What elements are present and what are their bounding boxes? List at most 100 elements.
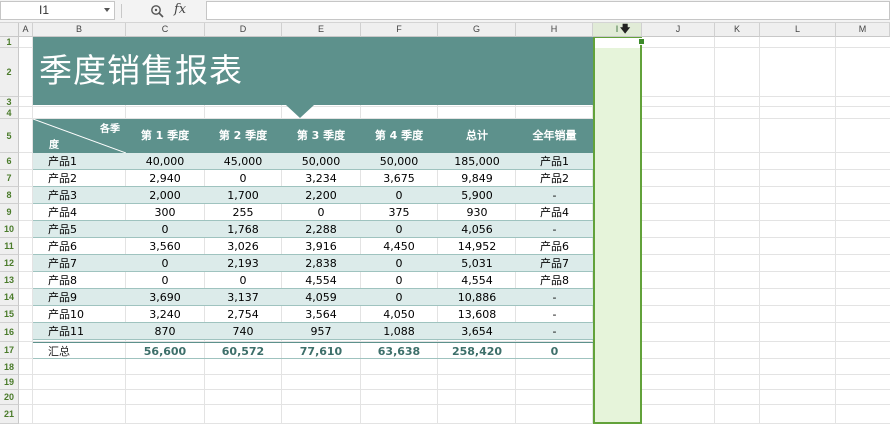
cell-q3[interactable]: 4,059 xyxy=(282,289,360,306)
column-header-e[interactable]: E xyxy=(282,23,361,37)
header-total[interactable]: 总计 xyxy=(438,119,516,153)
row-header-1[interactable]: 1 xyxy=(0,37,19,48)
active-cell-i1[interactable] xyxy=(595,38,640,48)
cell-name[interactable]: 产品4 xyxy=(33,204,126,221)
row-header-19[interactable]: 19 xyxy=(0,375,19,390)
cell-q2[interactable]: 1,700 xyxy=(204,187,282,204)
cell-q4[interactable]: 4,450 xyxy=(360,238,438,255)
header-q1[interactable]: 第 1 季度 xyxy=(126,119,204,153)
cell-total[interactable]: 10,886 xyxy=(438,289,516,306)
cell-q1[interactable]: 3,690 xyxy=(126,289,204,306)
column-header-c[interactable]: C xyxy=(126,23,205,37)
cell-q1[interactable]: 0 xyxy=(126,221,204,238)
column-header-g[interactable]: G xyxy=(438,23,516,37)
column-header-a[interactable]: A xyxy=(19,23,33,37)
cell-annual[interactable]: - xyxy=(516,221,593,238)
cell-q1[interactable]: 0 xyxy=(126,272,204,289)
cell-total[interactable]: 5,900 xyxy=(438,187,516,204)
row-header-3[interactable]: 3 xyxy=(0,97,19,107)
diagonal-header-cell[interactable]: 各季 度 xyxy=(33,119,126,153)
cell-q2[interactable]: 45,000 xyxy=(204,153,282,170)
row-header-13[interactable]: 13 xyxy=(0,272,19,289)
row-header-6[interactable]: 6 xyxy=(0,153,19,170)
cell-name[interactable]: 产品8 xyxy=(33,272,126,289)
cell-q4[interactable]: 0 xyxy=(360,255,438,272)
cell-annual[interactable]: 产品4 xyxy=(516,204,593,221)
cell-q2[interactable]: 1,768 xyxy=(204,221,282,238)
cell-q1[interactable]: 0 xyxy=(126,255,204,272)
column-header-f[interactable]: F xyxy=(361,23,438,37)
cell-total[interactable]: 930 xyxy=(438,204,516,221)
cell-q3[interactable]: 3,564 xyxy=(282,306,360,323)
cell-total[interactable]: 13,608 xyxy=(438,306,516,323)
cell-q3[interactable]: 4,554 xyxy=(282,272,360,289)
cell-q4[interactable]: 0 xyxy=(360,221,438,238)
cell-annual[interactable]: - xyxy=(516,187,593,204)
cell-q3[interactable]: 957 xyxy=(282,323,360,340)
cell-q4[interactable]: 0 xyxy=(360,272,438,289)
cell-total[interactable]: 4,056 xyxy=(438,221,516,238)
row-header-18[interactable]: 18 xyxy=(0,359,19,375)
row-header-8[interactable]: 8 xyxy=(0,187,19,204)
cell-name[interactable]: 产品9 xyxy=(33,289,126,306)
row-header-21[interactable]: 21 xyxy=(0,405,19,424)
cell-q4[interactable]: 375 xyxy=(360,204,438,221)
cell-q4[interactable]: 1,088 xyxy=(360,323,438,340)
row-header-4[interactable]: 4 xyxy=(0,107,19,119)
formula-input[interactable] xyxy=(206,1,890,20)
summary-label[interactable]: 汇总 xyxy=(33,343,126,360)
header-q3[interactable]: 第 3 季度 xyxy=(282,119,360,153)
fx-icon[interactable]: fx xyxy=(174,2,186,17)
cell-q4[interactable]: 0 xyxy=(360,187,438,204)
cell-q4[interactable]: 50,000 xyxy=(360,153,438,170)
cell-annual[interactable]: - xyxy=(516,323,593,340)
cell-q3[interactable]: 3,234 xyxy=(282,170,360,187)
cell-total[interactable]: 185,000 xyxy=(438,153,516,170)
cell-q2[interactable]: 740 xyxy=(204,323,282,340)
cell-annual[interactable]: - xyxy=(516,289,593,306)
cell-total[interactable]: 5,031 xyxy=(438,255,516,272)
cell-q4[interactable]: 0 xyxy=(360,289,438,306)
summary-annual[interactable]: 0 xyxy=(516,343,593,360)
select-all-corner[interactable] xyxy=(0,23,19,37)
cell-annual[interactable]: 产品6 xyxy=(516,238,593,255)
cell-annual[interactable]: 产品7 xyxy=(516,255,593,272)
cell-total[interactable]: 4,554 xyxy=(438,272,516,289)
row-header-20[interactable]: 20 xyxy=(0,390,19,405)
cell-q1[interactable]: 3,560 xyxy=(126,238,204,255)
name-box-dropdown-icon[interactable] xyxy=(104,8,110,12)
summary-total[interactable]: 258,420 xyxy=(438,343,516,360)
cell-q1[interactable]: 2,000 xyxy=(126,187,204,204)
header-q2[interactable]: 第 2 季度 xyxy=(204,119,282,153)
row-header-12[interactable]: 12 xyxy=(0,255,19,272)
cell-name[interactable]: 产品1 xyxy=(33,153,126,170)
cell-name[interactable]: 产品3 xyxy=(33,187,126,204)
column-header-l[interactable]: L xyxy=(760,23,836,37)
cell-q3[interactable]: 3,916 xyxy=(282,238,360,255)
row-header-16[interactable]: 16 xyxy=(0,323,19,342)
column-header-k[interactable]: K xyxy=(715,23,760,37)
column-header-d[interactable]: D xyxy=(205,23,282,37)
summary-q2[interactable]: 60,572 xyxy=(204,343,282,360)
cell-name[interactable]: 产品6 xyxy=(33,238,126,255)
cell-name[interactable]: 产品10 xyxy=(33,306,126,323)
row-header-11[interactable]: 11 xyxy=(0,238,19,255)
row-header-17[interactable]: 17 xyxy=(0,342,19,359)
cell-annual[interactable]: 产品1 xyxy=(516,153,593,170)
header-q4[interactable]: 第 4 季度 xyxy=(360,119,438,153)
selected-column-i[interactable] xyxy=(593,37,642,424)
cell-name[interactable]: 产品11 xyxy=(33,323,126,340)
cell-name[interactable]: 产品7 xyxy=(33,255,126,272)
cell-q2[interactable]: 0 xyxy=(204,272,282,289)
cell-annual[interactable]: 产品8 xyxy=(516,272,593,289)
summary-q1[interactable]: 56,600 xyxy=(126,343,204,360)
fill-handle[interactable] xyxy=(638,38,645,45)
name-box[interactable]: I1 xyxy=(0,1,115,20)
cell-q1[interactable]: 300 xyxy=(126,204,204,221)
column-header-j[interactable]: J xyxy=(642,23,715,37)
cell-q3[interactable]: 2,200 xyxy=(282,187,360,204)
summary-q4[interactable]: 63,638 xyxy=(360,343,438,360)
row-header-10[interactable]: 10 xyxy=(0,221,19,238)
cell-q4[interactable]: 4,050 xyxy=(360,306,438,323)
row-header-14[interactable]: 14 xyxy=(0,289,19,306)
